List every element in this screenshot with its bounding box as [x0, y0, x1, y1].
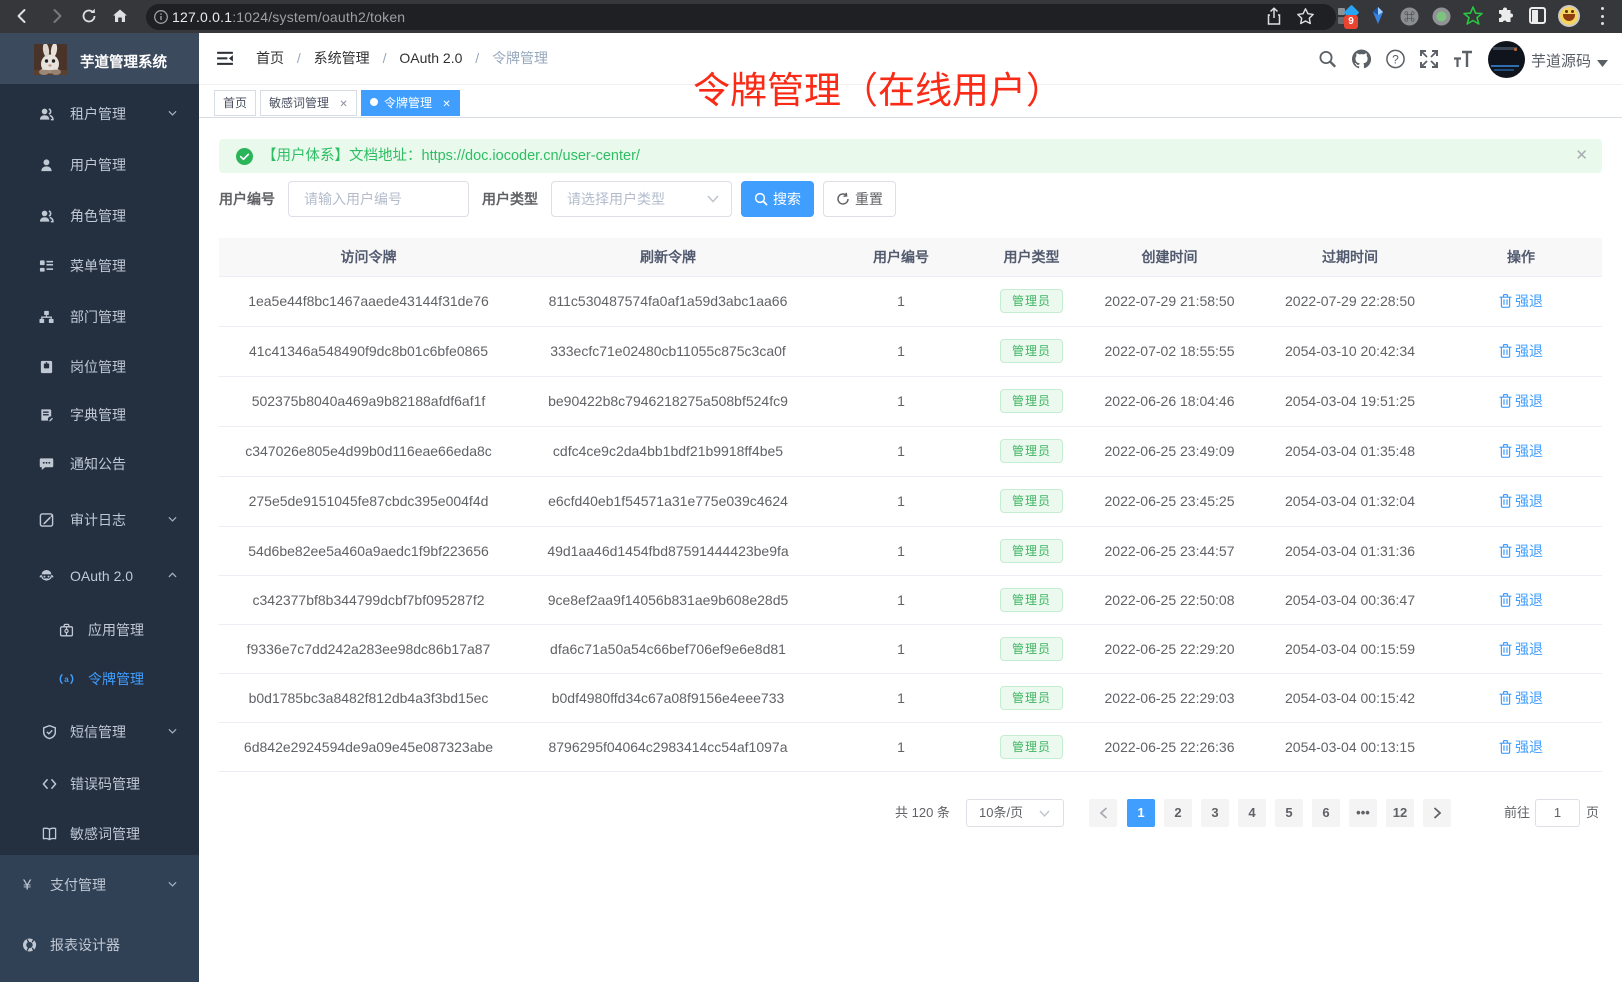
svg-text:a: a [64, 675, 69, 684]
svg-text:?: ? [1392, 52, 1399, 66]
svg-text:⌘: ⌘ [1404, 11, 1415, 24]
